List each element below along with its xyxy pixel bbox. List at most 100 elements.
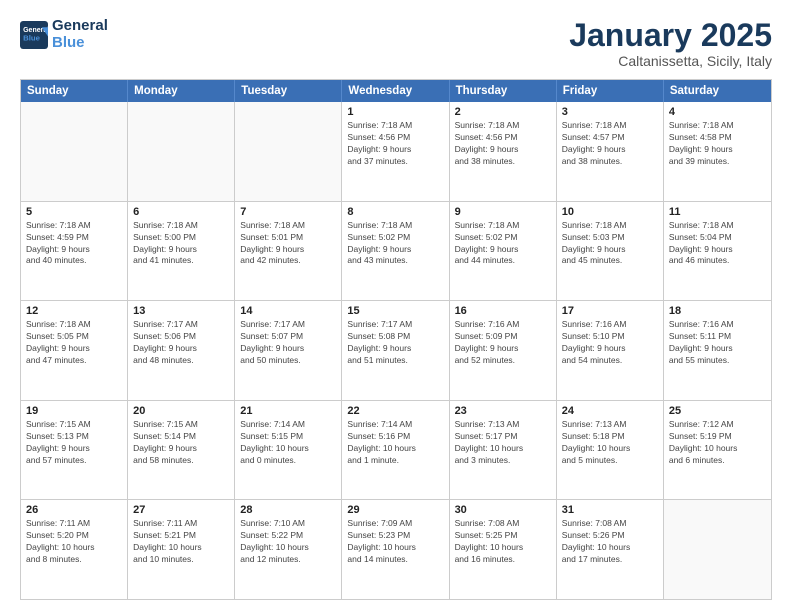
- calendar-cell: 11 Sunrise: 7:18 AM Sunset: 5:04 PM Dayli…: [664, 202, 771, 301]
- calendar-cell: 20 Sunrise: 7:15 AM Sunset: 5:14 PM Dayli…: [128, 401, 235, 500]
- day-info: Sunrise: 7:08 AM Sunset: 5:26 PM Dayligh…: [562, 518, 658, 566]
- logo-text: General Blue: [52, 18, 108, 51]
- day-number: 23: [455, 405, 551, 417]
- calendar-cell: [21, 102, 128, 201]
- calendar-cell: 21 Sunrise: 7:14 AM Sunset: 5:15 PM Dayli…: [235, 401, 342, 500]
- day-info: Sunrise: 7:17 AM Sunset: 5:07 PM Dayligh…: [240, 319, 336, 367]
- logo-line2: Blue: [52, 35, 108, 52]
- day-number: 13: [133, 305, 229, 317]
- calendar-cell: 6 Sunrise: 7:18 AM Sunset: 5:00 PM Daylig…: [128, 202, 235, 301]
- calendar-cell: 15 Sunrise: 7:17 AM Sunset: 5:08 PM Dayli…: [342, 301, 449, 400]
- calendar-cell: 18 Sunrise: 7:16 AM Sunset: 5:11 PM Dayli…: [664, 301, 771, 400]
- day-number: 6: [133, 206, 229, 218]
- day-number: 10: [562, 206, 658, 218]
- day-info: Sunrise: 7:18 AM Sunset: 4:58 PM Dayligh…: [669, 120, 766, 168]
- header-day-tuesday: Tuesday: [235, 80, 342, 102]
- calendar-cell: 14 Sunrise: 7:17 AM Sunset: 5:07 PM Dayli…: [235, 301, 342, 400]
- logo: General Blue General Blue: [20, 18, 108, 51]
- calendar-cell: 7 Sunrise: 7:18 AM Sunset: 5:01 PM Daylig…: [235, 202, 342, 301]
- calendar-cell: 12 Sunrise: 7:18 AM Sunset: 5:05 PM Dayli…: [21, 301, 128, 400]
- day-number: 24: [562, 405, 658, 417]
- day-info: Sunrise: 7:18 AM Sunset: 5:04 PM Dayligh…: [669, 220, 766, 268]
- day-number: 1: [347, 106, 443, 118]
- day-info: Sunrise: 7:14 AM Sunset: 5:15 PM Dayligh…: [240, 419, 336, 467]
- day-info: Sunrise: 7:11 AM Sunset: 5:20 PM Dayligh…: [26, 518, 122, 566]
- day-number: 14: [240, 305, 336, 317]
- day-info: Sunrise: 7:15 AM Sunset: 5:14 PM Dayligh…: [133, 419, 229, 467]
- day-info: Sunrise: 7:17 AM Sunset: 5:06 PM Dayligh…: [133, 319, 229, 367]
- calendar-cell: 24 Sunrise: 7:13 AM Sunset: 5:18 PM Dayli…: [557, 401, 664, 500]
- day-number: 28: [240, 504, 336, 516]
- calendar-row-4: 26Sunrise: 7:11 AM Sunset: 5:20 PM Dayli…: [21, 499, 771, 599]
- day-info: Sunrise: 7:18 AM Sunset: 5:03 PM Dayligh…: [562, 220, 658, 268]
- header-day-sunday: Sunday: [21, 80, 128, 102]
- day-info: Sunrise: 7:18 AM Sunset: 4:56 PM Dayligh…: [347, 120, 443, 168]
- day-info: Sunrise: 7:18 AM Sunset: 5:00 PM Dayligh…: [133, 220, 229, 268]
- calendar-cell: 28 Sunrise: 7:10 AM Sunset: 5:22 PM Dayli…: [235, 500, 342, 599]
- calendar-cell: [235, 102, 342, 201]
- calendar-cell: 5Sunrise: 7:18 AM Sunset: 4:59 PM Daylig…: [21, 202, 128, 301]
- day-number: 18: [669, 305, 766, 317]
- title-block: January 2025 Caltanissetta, Sicily, Ital…: [569, 18, 772, 69]
- day-info: Sunrise: 7:11 AM Sunset: 5:21 PM Dayligh…: [133, 518, 229, 566]
- day-number: 29: [347, 504, 443, 516]
- day-info: Sunrise: 7:18 AM Sunset: 4:56 PM Dayligh…: [455, 120, 551, 168]
- day-number: 12: [26, 305, 122, 317]
- page: General Blue General Blue January 2025 C…: [0, 0, 792, 612]
- day-info: Sunrise: 7:18 AM Sunset: 4:59 PM Dayligh…: [26, 220, 122, 268]
- day-number: 11: [669, 206, 766, 218]
- day-info: Sunrise: 7:14 AM Sunset: 5:16 PM Dayligh…: [347, 419, 443, 467]
- day-number: 17: [562, 305, 658, 317]
- day-info: Sunrise: 7:10 AM Sunset: 5:22 PM Dayligh…: [240, 518, 336, 566]
- day-number: 9: [455, 206, 551, 218]
- calendar-cell: 16 Sunrise: 7:16 AM Sunset: 5:09 PM Dayli…: [450, 301, 557, 400]
- logo-icon: General Blue: [20, 21, 48, 49]
- day-number: 19: [26, 405, 122, 417]
- day-info: Sunrise: 7:15 AM Sunset: 5:13 PM Dayligh…: [26, 419, 122, 467]
- day-info: Sunrise: 7:18 AM Sunset: 5:02 PM Dayligh…: [455, 220, 551, 268]
- calendar-cell: 3Sunrise: 7:18 AM Sunset: 4:57 PM Daylig…: [557, 102, 664, 201]
- day-info: Sunrise: 7:13 AM Sunset: 5:17 PM Dayligh…: [455, 419, 551, 467]
- calendar-cell: 17Sunrise: 7:16 AM Sunset: 5:10 PM Dayli…: [557, 301, 664, 400]
- day-number: 16: [455, 305, 551, 317]
- calendar-cell: 10 Sunrise: 7:18 AM Sunset: 5:03 PM Dayli…: [557, 202, 664, 301]
- calendar-row-3: 19 Sunrise: 7:15 AM Sunset: 5:13 PM Dayli…: [21, 400, 771, 500]
- calendar-cell: 23 Sunrise: 7:13 AM Sunset: 5:17 PM Dayli…: [450, 401, 557, 500]
- calendar-cell: 31Sunrise: 7:08 AM Sunset: 5:26 PM Dayli…: [557, 500, 664, 599]
- header-day-saturday: Saturday: [664, 80, 771, 102]
- header-day-thursday: Thursday: [450, 80, 557, 102]
- day-number: 30: [455, 504, 551, 516]
- day-number: 21: [240, 405, 336, 417]
- day-info: Sunrise: 7:16 AM Sunset: 5:09 PM Dayligh…: [455, 319, 551, 367]
- calendar-cell: [128, 102, 235, 201]
- calendar-subtitle: Caltanissetta, Sicily, Italy: [569, 53, 772, 69]
- calendar-row-0: 1 Sunrise: 7:18 AM Sunset: 4:56 PM Daylig…: [21, 102, 771, 201]
- calendar: SundayMondayTuesdayWednesdayThursdayFrid…: [20, 79, 772, 600]
- calendar-cell: 27 Sunrise: 7:11 AM Sunset: 5:21 PM Dayli…: [128, 500, 235, 599]
- header-day-monday: Monday: [128, 80, 235, 102]
- day-number: 2: [455, 106, 551, 118]
- day-info: Sunrise: 7:17 AM Sunset: 5:08 PM Dayligh…: [347, 319, 443, 367]
- day-number: 15: [347, 305, 443, 317]
- calendar-row-1: 5Sunrise: 7:18 AM Sunset: 4:59 PM Daylig…: [21, 201, 771, 301]
- calendar-body: 1 Sunrise: 7:18 AM Sunset: 4:56 PM Daylig…: [21, 102, 771, 599]
- day-info: Sunrise: 7:18 AM Sunset: 5:05 PM Dayligh…: [26, 319, 122, 367]
- day-number: 27: [133, 504, 229, 516]
- day-number: 25: [669, 405, 766, 417]
- calendar-cell: 26Sunrise: 7:11 AM Sunset: 5:20 PM Dayli…: [21, 500, 128, 599]
- day-info: Sunrise: 7:13 AM Sunset: 5:18 PM Dayligh…: [562, 419, 658, 467]
- day-number: 22: [347, 405, 443, 417]
- day-info: Sunrise: 7:12 AM Sunset: 5:19 PM Dayligh…: [669, 419, 766, 467]
- day-number: 4: [669, 106, 766, 118]
- calendar-row-2: 12 Sunrise: 7:18 AM Sunset: 5:05 PM Dayli…: [21, 300, 771, 400]
- logo-line1: General: [52, 18, 108, 35]
- day-number: 20: [133, 405, 229, 417]
- calendar-cell: 13 Sunrise: 7:17 AM Sunset: 5:06 PM Dayli…: [128, 301, 235, 400]
- day-info: Sunrise: 7:08 AM Sunset: 5:25 PM Dayligh…: [455, 518, 551, 566]
- day-info: Sunrise: 7:18 AM Sunset: 5:01 PM Dayligh…: [240, 220, 336, 268]
- calendar-cell: 30 Sunrise: 7:08 AM Sunset: 5:25 PM Dayli…: [450, 500, 557, 599]
- day-info: Sunrise: 7:16 AM Sunset: 5:11 PM Dayligh…: [669, 319, 766, 367]
- calendar-title: January 2025: [569, 18, 772, 53]
- day-number: 7: [240, 206, 336, 218]
- svg-text:Blue: Blue: [23, 33, 41, 42]
